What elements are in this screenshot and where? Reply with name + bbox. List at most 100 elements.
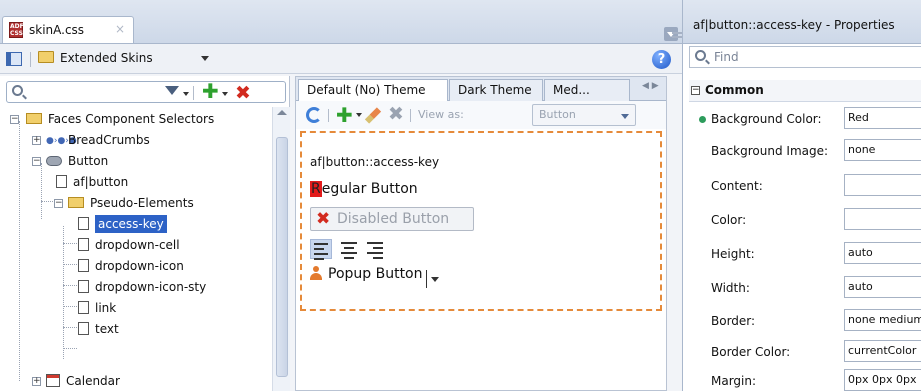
tree-search-box[interactable]: ✚ ✖ <box>6 81 286 104</box>
add-icon[interactable]: ✚ <box>336 103 353 127</box>
document-icon <box>78 217 89 230</box>
align-center-icon[interactable] <box>338 239 360 259</box>
property-label: Content: <box>711 179 763 193</box>
property-value-field[interactable]: auto <box>844 242 921 264</box>
delete-icon[interactable]: ✖ <box>235 82 251 104</box>
document-icon <box>78 322 89 335</box>
tree-item-label: af|button <box>73 175 129 189</box>
tree-item-label: dropdown-icon-sty <box>95 280 207 294</box>
theme-tabs: Default (No) Theme Dark Theme Med... ◀ ▶ <box>296 77 666 101</box>
tree-item-label: Button <box>68 154 109 168</box>
pencil-icon[interactable] <box>364 107 382 124</box>
tree-item-dropdown-icon[interactable]: dropdown-icon <box>78 256 184 277</box>
expand-icon[interactable]: + <box>32 377 41 386</box>
chevron-down-icon[interactable] <box>222 92 228 96</box>
splitter[interactable] <box>668 76 682 391</box>
property-label: Border: <box>711 314 756 328</box>
chevron-down-icon[interactable] <box>425 270 439 288</box>
find-input[interactable] <box>714 49 914 65</box>
tab-medium-theme[interactable]: Med... <box>544 79 630 101</box>
align-left-icon[interactable] <box>310 239 332 260</box>
tree-item-label-selected: access-key <box>95 215 167 233</box>
collapse-icon[interactable]: − <box>10 115 19 124</box>
chevron-down-icon[interactable] <box>183 92 189 96</box>
breadcrumbs-icon: ●›●›● <box>46 136 77 146</box>
properties-find-box[interactable] <box>689 46 921 68</box>
preview-canvas: af|button::access-key Regular Button ✖ D… <box>300 131 662 311</box>
property-row-background-image: Background Image: none <box>689 136 921 168</box>
close-icon[interactable]: × <box>115 22 125 36</box>
collapse-icon[interactable]: − <box>691 86 700 95</box>
property-value-field[interactable] <box>844 208 921 230</box>
selector-tree: − Faces Component Selectors + ●›●›●Bread… <box>0 107 272 391</box>
add-icon[interactable]: ✚ <box>202 81 219 101</box>
selector-tree-panel: ✚ ✖ − Faces Component Selectors + ●›●›●B… <box>0 76 290 391</box>
help-icon[interactable]: ? <box>652 50 671 69</box>
refresh-icon[interactable] <box>306 107 322 123</box>
tree-item-label: Faces Component Selectors <box>48 112 215 126</box>
expand-icon[interactable]: + <box>32 136 41 145</box>
chevron-down-icon[interactable] <box>356 113 362 117</box>
property-label: Background Color: <box>711 112 822 126</box>
folder-icon <box>38 51 54 63</box>
document-icon <box>78 238 89 251</box>
tree-item-link[interactable]: link <box>78 298 116 319</box>
property-value-field[interactable]: none <box>844 139 921 161</box>
toolbar-divider <box>193 86 194 100</box>
css-file-icon: ADF CSS <box>9 22 24 38</box>
tree-item-label: Pseudo-Elements <box>90 196 194 210</box>
regular-button-preview[interactable]: Regular Button <box>310 181 418 197</box>
tree-item-text[interactable]: text <box>78 319 119 340</box>
tree-item-access-key[interactable]: access-key <box>78 214 167 235</box>
property-label: Border Color: <box>711 345 791 359</box>
popup-button-label: Popup Button <box>328 266 423 282</box>
disabled-button-preview: ✖ Disabled Button <box>310 207 474 231</box>
property-value-field[interactable]: Red <box>844 107 921 129</box>
filter-icon[interactable] <box>165 86 179 95</box>
toolbar-divider <box>328 109 329 122</box>
folder-open-icon <box>26 113 42 124</box>
tree-item-label: link <box>95 301 117 315</box>
tree-item-dropdown-icon-style[interactable]: dropdown-icon-sty <box>78 277 206 298</box>
tree-item-label: Calendar <box>66 374 120 388</box>
editor-tab-skinA[interactable]: ADF CSS skinA.css × <box>2 16 134 43</box>
skin-editor-toolbar: Extended Skins ? <box>0 44 682 74</box>
property-value-field[interactable]: currentColor <box>844 340 921 362</box>
tree-item-dropdown-cell[interactable]: dropdown-cell <box>78 235 180 256</box>
property-value-field[interactable]: auto <box>844 276 921 298</box>
property-row-background-color: Background Color: Red <box>689 104 921 136</box>
tab-dark-theme[interactable]: Dark Theme <box>449 79 543 101</box>
property-label: Width: <box>711 281 750 295</box>
property-value-field[interactable]: none medium <box>844 309 921 331</box>
grip-handle[interactable] <box>672 32 682 42</box>
property-value-field[interactable]: 0px 0px 0px <box>844 369 921 391</box>
property-label: Background Image: <box>711 144 829 158</box>
popup-button-preview[interactable]: Popup Button <box>310 266 439 288</box>
folder-open-icon <box>68 197 84 208</box>
scroll-up-icon[interactable] <box>277 110 287 115</box>
document-icon <box>78 301 89 314</box>
tree-item-label: dropdown-cell <box>95 238 180 252</box>
group-label: Common <box>705 83 764 97</box>
tree-item-af-button[interactable]: af|button <box>56 172 128 193</box>
selector-name: af|button::access-key <box>310 155 440 169</box>
property-label: Height: <box>711 247 755 261</box>
common-group-header[interactable]: − Common <box>689 80 921 102</box>
collapse-icon[interactable]: − <box>32 157 41 166</box>
collapse-icon[interactable]: − <box>54 199 63 208</box>
scrollbar-thumb[interactable] <box>276 137 288 377</box>
property-row-border: Border: none medium <box>689 306 921 338</box>
property-row-border-color: Border Color: currentColor <box>689 337 921 369</box>
panel-layout-icon[interactable] <box>6 52 22 66</box>
align-right-icon[interactable] <box>364 239 386 259</box>
property-row-color: Color: <box>689 205 921 237</box>
property-row-content: Content: <box>689 171 921 203</box>
tree-scrollbar[interactable] <box>272 107 290 391</box>
tab-default-theme[interactable]: Default (No) Theme <box>298 79 448 101</box>
extended-skins-dropdown[interactable]: Extended Skins <box>36 48 212 70</box>
delete-icon[interactable]: ✖ <box>388 103 404 125</box>
property-value-field[interactable] <box>844 174 921 196</box>
view-as-select[interactable]: Button <box>532 104 636 126</box>
property-row-width: Width: auto <box>689 273 921 305</box>
tab-scroll-arrows[interactable]: ◀ ▶ <box>642 81 664 97</box>
